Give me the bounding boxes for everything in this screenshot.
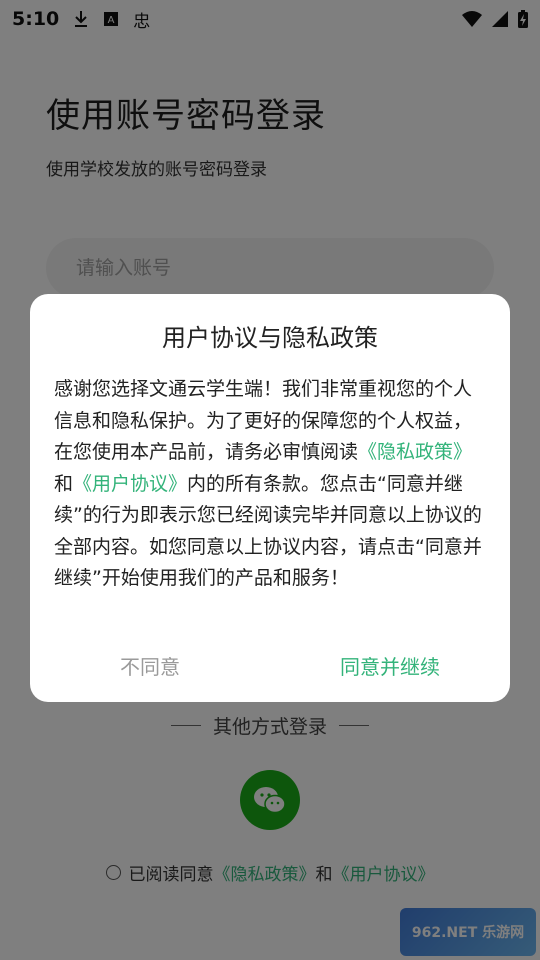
agree-continue-button[interactable]: 同意并继续 (270, 646, 510, 684)
dialog-privacy-link[interactable]: 《隐私政策》 (358, 441, 472, 463)
dialog-actions: 不同意 同意并继续 (30, 646, 510, 684)
dialog-and: 和 (54, 472, 74, 495)
dialog-user-agreement-link[interactable]: 《用户协议》 (73, 473, 187, 495)
disagree-button[interactable]: 不同意 (30, 646, 270, 684)
dialog-title: 用户协议与隐私政策 (162, 324, 378, 352)
agreement-dialog: 用户协议与隐私政策 感谢您选择文通云学生端！我们非常重视您的个人信息和隐私保护。… (30, 294, 510, 702)
dialog-body: 感谢您选择文通云学生端！我们非常重视您的个人信息和隐私保护。为了更好的保障您的个… (54, 374, 486, 595)
